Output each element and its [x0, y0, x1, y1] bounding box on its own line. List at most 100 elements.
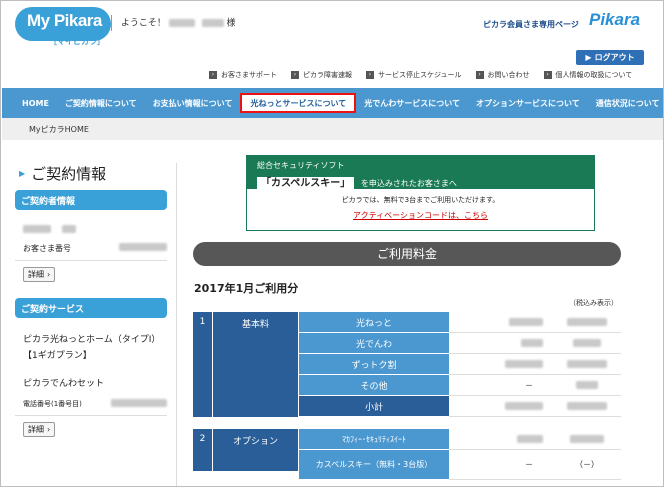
nav-payment-info[interactable]: お支払い情報について	[145, 93, 241, 113]
blurred-value	[509, 318, 543, 326]
blurred-value	[517, 435, 543, 443]
nav-option-services[interactable]: オプションサービスについて	[468, 93, 588, 113]
blurred-value	[567, 360, 607, 368]
divider	[15, 415, 167, 416]
table-row: その他 －	[299, 375, 621, 396]
section-rows: ﾏｶﾌｨｰ･ｾｷｭﾘﾃｨｽｲｰﾄ カスペルスキー（無料・3台版） － （－）	[299, 429, 621, 480]
nav-home[interactable]: HOME	[2, 93, 57, 113]
blurred-value	[521, 339, 543, 347]
row-value	[449, 354, 553, 375]
banner-header: 総合セキュリティソフト 「カスペルスキー」 を申込みされたお客さまへ	[247, 156, 594, 190]
page-frame: My Pikara ［マイピカラ］ ようこそ！ 様 ピカラ会員さま専用ページ P…	[0, 0, 664, 487]
table-row: 光ねっと	[299, 312, 621, 333]
blurred-holder-name-2	[61, 224, 76, 233]
fee-table: 1 基本料 光ねっと 光でんわ ずっトク割 その他 － 小計 2 オプション ﾏ…	[193, 312, 621, 480]
blurred-holder-name	[23, 224, 51, 233]
blurred-value	[505, 360, 543, 368]
my-pikara-logo[interactable]: My Pikara ［マイピカラ］	[15, 7, 111, 47]
util-link-outage[interactable]: › ピカラ障害速報	[291, 70, 352, 80]
member-page-label: ピカラ会員さま専用ページ	[483, 20, 579, 29]
phone-number-row: 電話番号(1番号目)	[15, 399, 167, 409]
row-value	[449, 429, 553, 450]
banner-line2-wrap: 「カスペルスキー」 を申込みされたお客さまへ	[257, 174, 584, 190]
util-link-privacy[interactable]: › 個人情報の取扱について	[543, 70, 632, 80]
triangle-right-icon: ▶	[19, 169, 26, 178]
row-item: カスペルスキー（無料・3台版）	[299, 450, 449, 480]
arrow-box-icon: ›	[209, 71, 217, 79]
util-link-contact[interactable]: › お問い合わせ	[475, 70, 530, 80]
logout-button[interactable]: ▶ ログアウト	[576, 50, 644, 65]
row-value	[449, 312, 553, 333]
banner-product: 「カスペルスキー」	[257, 177, 355, 190]
section-number: 2	[193, 429, 213, 471]
service-2-label: ピカラでんわセット	[23, 379, 105, 389]
blurred-value	[573, 339, 601, 347]
welcome-suffix: 様	[226, 18, 236, 29]
row-value-2	[553, 375, 621, 396]
row-item: ずっトク割	[299, 354, 449, 375]
section-basic: 1 基本料 光ねっと 光でんわ ずっトク割 その他 － 小計	[193, 312, 621, 417]
contract-holder-header: ご契約者情報	[15, 190, 167, 210]
section-category: 基本料	[213, 312, 299, 417]
blurred-value	[570, 435, 604, 443]
banner-line2: を申込みされたお客さまへ	[360, 179, 457, 188]
blurred-value	[567, 318, 607, 326]
row-value-2	[553, 354, 621, 375]
nav-connection-status[interactable]: 通信状況について	[588, 93, 663, 113]
util-link-support[interactable]: › お客さまサポート	[209, 70, 277, 80]
row-value: －	[449, 450, 553, 480]
activation-code-link[interactable]: アクティベーションコードは、こちら	[247, 210, 594, 221]
breadcrumb-bar: MyピカラHOME	[2, 118, 663, 140]
table-row: カスペルスキー（無料・3台版） － （－）	[299, 450, 621, 480]
section-rows: 光ねっと 光でんわ ずっトク割 その他 － 小計	[299, 312, 621, 417]
utility-links: › お客さまサポート › ピカラ障害速報 › サービス停止スケジュール › お問い合わせ…	[209, 70, 632, 80]
nav-contract-info[interactable]: ご契約情報について	[57, 93, 145, 113]
nav-hikari-denwa[interactable]: 光でんわサービスについて	[356, 93, 468, 113]
sidebar: ▶ ご契約情報 ご契約者情報 お客さま番号 詳細 › ご契約サービス ピカラ光ね…	[15, 163, 167, 437]
breadcrumb[interactable]: MyピカラHOME	[29, 124, 89, 135]
row-value	[449, 396, 553, 417]
row-item: ﾏｶﾌｨｰ･ｾｷｭﾘﾃｨｽｲｰﾄ	[299, 429, 449, 450]
holder-name	[15, 224, 167, 233]
nav-hikari-net[interactable]: 光ねっとサービスについて	[240, 93, 357, 113]
arrow-box-icon: ›	[366, 71, 374, 79]
table-row: 光でんわ	[299, 333, 621, 354]
banner-line1: 総合セキュリティソフト	[257, 161, 345, 170]
welcome-divider	[111, 15, 112, 31]
chevron-right-icon: ›	[47, 270, 51, 279]
arrow-right-icon: ▶	[585, 53, 592, 62]
usage-period-title: 2017年1月ご利用分	[194, 282, 299, 295]
divider	[15, 260, 167, 261]
row-value-2	[553, 312, 621, 333]
logo-subtext: ［マイピカラ］	[49, 37, 105, 46]
welcome-text: ようこそ！	[120, 18, 166, 29]
row-value-2	[553, 429, 621, 450]
customer-number-row: お客さま番号	[15, 243, 167, 254]
sidebar-title: ▶ ご契約情報	[19, 165, 107, 183]
service-1-label: ピカラ光ねっとホーム（タイプⅠ）【1ギガプラン】	[23, 335, 161, 361]
row-item: 光ねっと	[299, 312, 449, 333]
detail-button-holder[interactable]: 詳細 ›	[23, 267, 56, 282]
row-item: その他	[299, 375, 449, 396]
blurred-customer-number	[119, 243, 167, 251]
table-row: ﾏｶﾌｨｰ･ｾｷｭﾘﾃｨｽｲｰﾄ	[299, 429, 621, 450]
tax-note: （税込み表示）	[569, 299, 618, 307]
blurred-value	[576, 381, 598, 389]
logo-text: My Pikara	[27, 11, 102, 30]
blurred-name-2	[201, 19, 224, 27]
row-value: －	[449, 375, 553, 396]
column-divider	[176, 163, 177, 486]
welcome-message: ようこそ！ 様	[111, 15, 236, 31]
usage-fee-header: ご利用料金	[193, 242, 621, 266]
section-option: 2 オプション ﾏｶﾌｨｰ･ｾｷｭﾘﾃｨｽｲｰﾄ カスペルスキー（無料・3台版）…	[193, 429, 621, 480]
row-value-2: （－）	[553, 450, 621, 480]
table-row-subtotal: 小計	[299, 396, 621, 417]
blurred-name	[168, 19, 195, 27]
util-link-schedule[interactable]: › サービス停止スケジュール	[366, 70, 462, 80]
detail-button-service[interactable]: 詳細 ›	[23, 422, 56, 437]
contract-service-header: ご契約サービス	[15, 298, 167, 318]
row-value-2	[553, 396, 621, 417]
pikara-brand-logo[interactable]: Pikara	[589, 10, 640, 30]
row-value-2	[553, 333, 621, 354]
table-spacer	[193, 417, 621, 429]
